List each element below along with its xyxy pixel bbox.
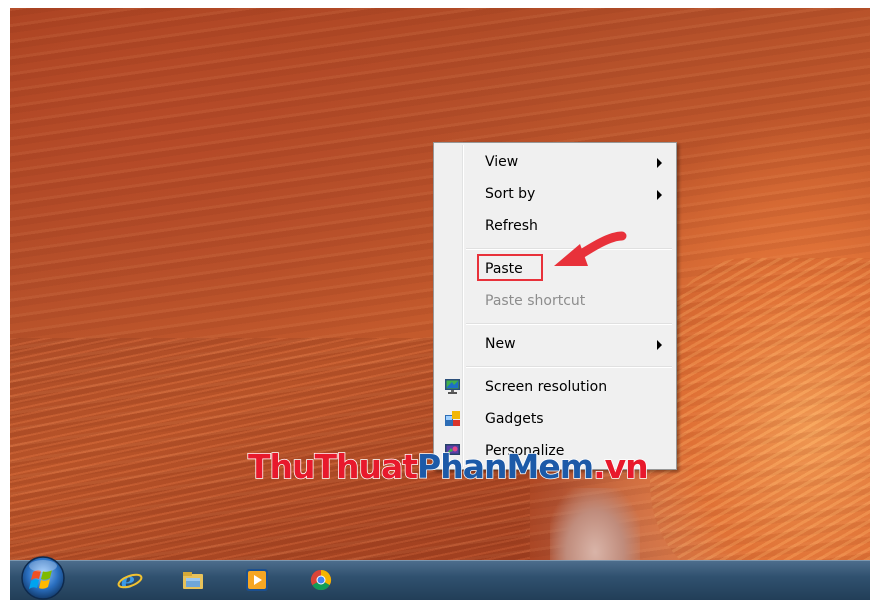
media-player-icon[interactable] (244, 567, 270, 593)
file-explorer-icon[interactable] (180, 567, 206, 593)
chrome-icon[interactable] (308, 567, 334, 593)
menu-item-label: Gadgets (485, 411, 544, 427)
menu-item-label: Sort by (485, 186, 536, 202)
paste-highlight-box (477, 254, 543, 281)
menu-item-label: Paste shortcut (485, 293, 586, 309)
annotation-arrow-icon (554, 231, 627, 266)
svg-text:e: e (121, 568, 135, 593)
submenu-arrow-icon (657, 340, 662, 350)
menu-item-gadgets[interactable]: Gadgets (436, 406, 674, 432)
windows-start-orb-icon[interactable] (18, 552, 68, 600)
menu-item-sort-by[interactable]: Sort by (436, 181, 674, 207)
wallpaper-sky-gap (550, 488, 640, 560)
menu-separator (466, 366, 672, 368)
menu-item-label: New (485, 336, 516, 352)
submenu-arrow-icon (657, 158, 662, 168)
menu-item-screen-resolution[interactable]: Screen resolution (436, 374, 674, 400)
desktop-context-menu: View Sort by Refresh Paste Paste shortcu… (433, 142, 677, 470)
internet-explorer-icon[interactable]: e (117, 567, 143, 593)
menu-item-new[interactable]: New (436, 331, 674, 357)
menu-item-paste-shortcut[interactable]: Paste shortcut (436, 288, 674, 314)
wallpaper-highlight (650, 258, 870, 560)
monitor-icon (445, 379, 460, 394)
menu-item-view[interactable]: View (436, 149, 674, 175)
menu-item-label: View (485, 154, 519, 170)
menu-item-label: Screen resolution (485, 379, 608, 395)
menu-separator (466, 323, 672, 325)
watermark-logo: ThuThuatPhanMem.vn (247, 446, 649, 487)
submenu-arrow-icon (657, 190, 662, 200)
gadgets-icon (445, 411, 460, 426)
menu-item-label: Refresh (485, 218, 538, 234)
